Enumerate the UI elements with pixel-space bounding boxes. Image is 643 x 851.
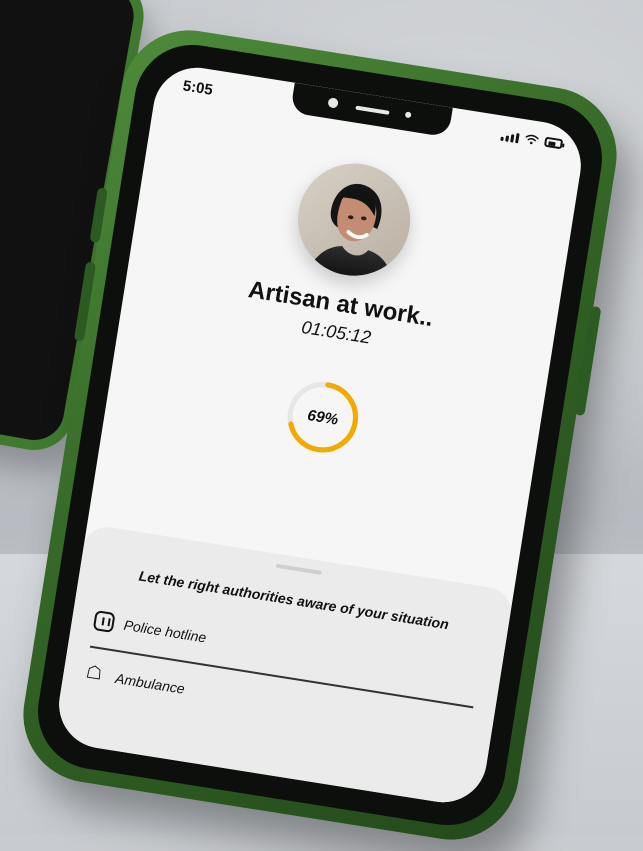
- camera-icon: [327, 97, 339, 109]
- ambulance-icon: [84, 663, 107, 686]
- battery-level: [548, 141, 556, 147]
- status-time: 5:05: [181, 77, 214, 99]
- sheet-handle[interactable]: [275, 563, 322, 575]
- police-hotline-label: Police hotline: [122, 616, 208, 646]
- signal-icon: [500, 129, 520, 144]
- battery-icon: [543, 136, 564, 150]
- ambulance-label: Ambulance: [114, 670, 186, 697]
- avatar: [290, 155, 419, 284]
- status-icons: [500, 129, 564, 151]
- progress-label: 69%: [306, 407, 339, 429]
- speaker-icon: [355, 105, 390, 115]
- sensor-icon: [404, 111, 412, 119]
- police-icon: [92, 610, 116, 633]
- wifi-icon: [525, 134, 539, 145]
- progress-ring: 69%: [287, 381, 359, 453]
- avatar-photo: [290, 155, 419, 284]
